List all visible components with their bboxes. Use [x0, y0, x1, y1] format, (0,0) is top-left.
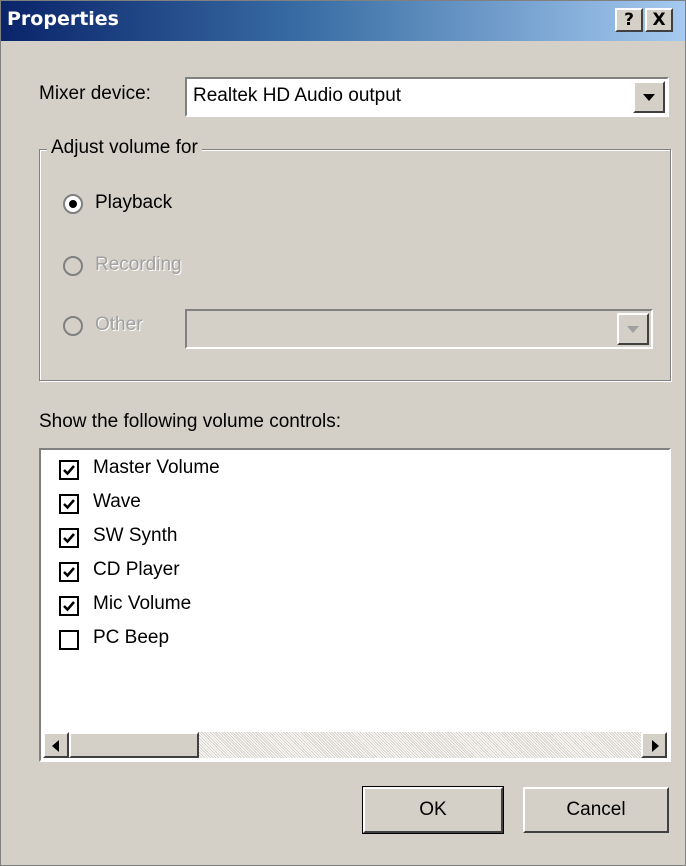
master-volume-checkbox[interactable] — [59, 460, 79, 480]
other-device-select[interactable] — [185, 309, 653, 349]
other-radio[interactable] — [63, 316, 83, 336]
list-item-label: PC Beep — [93, 627, 170, 648]
chevron-down-icon — [643, 94, 655, 101]
checkmark-icon — [63, 567, 75, 578]
mic-volume-checkbox[interactable] — [59, 596, 79, 616]
list-item-label: Wave — [93, 491, 141, 512]
volume-controls-list[interactable]: Master Volume Wave SW Synth CD Player Mi… — [39, 448, 671, 762]
scrollbar-thumb[interactable] — [69, 732, 199, 758]
list-item-label: Master Volume — [93, 457, 220, 478]
radio-selected-dot — [69, 200, 77, 208]
playback-label[interactable]: Playback — [95, 192, 172, 214]
sw-synth-checkbox[interactable] — [59, 528, 79, 548]
recording-label[interactable]: Recording — [95, 254, 182, 276]
arrow-left-icon — [52, 740, 59, 752]
mixer-device-select[interactable]: Realtek HD Audio output — [185, 77, 669, 117]
list-item-label: SW Synth — [93, 525, 178, 546]
ok-button[interactable]: OK — [362, 786, 504, 834]
checkmark-icon — [63, 601, 75, 612]
recording-radio[interactable] — [63, 256, 83, 276]
adjust-volume-group-label: Adjust volume for — [47, 137, 202, 159]
checkmark-icon — [63, 465, 75, 476]
mixer-device-dropdown-button[interactable] — [633, 81, 665, 113]
mixer-device-value: Realtek HD Audio output — [193, 85, 402, 106]
list-item-label: CD Player — [93, 559, 180, 580]
window-title: Properties — [7, 8, 119, 30]
other-device-dropdown-button[interactable] — [617, 313, 649, 345]
close-button[interactable]: X — [645, 8, 673, 32]
pc-beep-checkbox[interactable] — [59, 630, 79, 650]
chevron-down-icon — [627, 326, 639, 333]
volume-controls-label: Show the following volume controls: — [39, 411, 342, 432]
title-bar[interactable]: Properties ? X — [1, 1, 685, 41]
cd-player-checkbox[interactable] — [59, 562, 79, 582]
arrow-right-icon — [652, 740, 659, 752]
list-item-label: Mic Volume — [93, 593, 192, 614]
horizontal-scrollbar[interactable] — [43, 732, 667, 758]
scroll-left-button[interactable] — [43, 732, 69, 758]
playback-radio[interactable] — [63, 194, 83, 214]
mixer-device-label: Mixer device: — [39, 83, 151, 104]
wave-checkbox[interactable] — [59, 494, 79, 514]
checkmark-icon — [63, 499, 75, 510]
properties-dialog: Properties ? X Mixer device: Realtek HD … — [0, 0, 686, 866]
cancel-button[interactable]: Cancel — [523, 787, 669, 833]
help-button[interactable]: ? — [615, 8, 643, 32]
other-label[interactable]: Other — [95, 314, 143, 336]
scroll-right-button[interactable] — [641, 732, 667, 758]
checkmark-icon — [63, 533, 75, 544]
